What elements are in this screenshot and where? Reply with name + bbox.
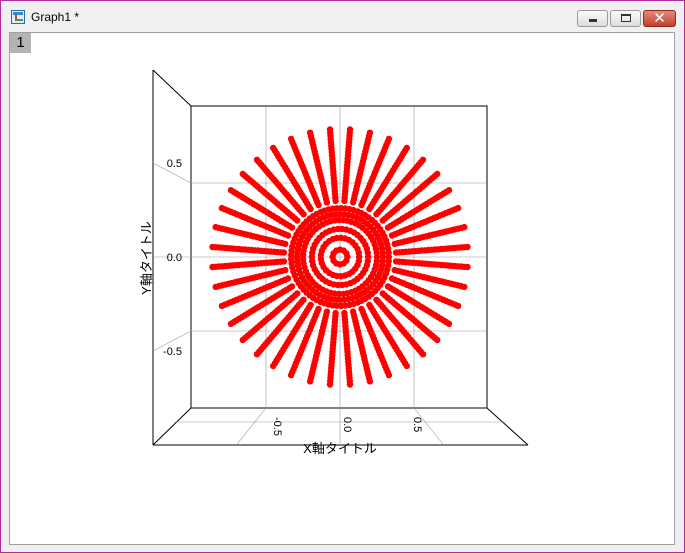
- close-button[interactable]: ✕: [643, 9, 676, 27]
- y-tick-label: -0.5: [163, 346, 182, 358]
- y-tick-label: 0.5: [167, 158, 182, 170]
- y-tick-label: 0.0: [167, 252, 182, 264]
- data-point: [403, 362, 410, 370]
- x-tick-label: 0.5: [411, 417, 423, 432]
- data-point: [287, 371, 295, 379]
- x-axis-ticks: -0.5 0.0 0.5: [271, 417, 423, 436]
- data-point: [355, 257, 362, 265]
- x-tick-label: -0.5: [271, 417, 283, 436]
- data-point: [253, 156, 261, 163]
- scatter-plot-3d[interactable]: 0.5 0.0 -0.5 -0.5 0.0 0.5 X軸タイトル Y軸タイトル: [10, 33, 676, 546]
- data-point: [227, 320, 235, 327]
- frame-edge-bottom-right: [486, 407, 529, 446]
- data-point: [403, 144, 410, 152]
- y-axis-title[interactable]: Y軸タイトル: [139, 221, 154, 295]
- data-point: [239, 336, 246, 344]
- data-point: [366, 129, 374, 136]
- data-point: [212, 223, 219, 231]
- close-icon: ✕: [653, 9, 666, 27]
- data-point: [454, 204, 462, 212]
- data-point: [270, 362, 277, 370]
- grid-line-floor: [236, 407, 267, 446]
- data-point: [209, 263, 216, 271]
- data-point: [227, 187, 235, 194]
- data-point: [209, 243, 216, 251]
- data-point: [326, 126, 334, 133]
- data-point: [454, 302, 462, 310]
- data-point: [373, 258, 380, 265]
- data-point: [385, 135, 393, 143]
- data-point: [270, 144, 277, 152]
- data-point: [461, 223, 468, 231]
- data-point: [287, 135, 295, 143]
- data-point: [461, 283, 468, 291]
- y-axis-ticks: 0.5 0.0 -0.5: [163, 158, 182, 358]
- data-point: [239, 170, 246, 178]
- data-point: [343, 257, 350, 264]
- graph-page[interactable]: 1 0.5 0.0 -0.5 -0.5 0.0 0.5 X軸タイトル Y軸タイトル: [9, 32, 675, 545]
- data-point: [464, 263, 471, 271]
- maximize-button[interactable]: [610, 10, 641, 27]
- minimize-icon: [589, 19, 597, 22]
- data-point: [346, 381, 354, 388]
- data-point: [366, 378, 374, 385]
- data-point: [306, 129, 314, 136]
- x-tick-label: 0.0: [341, 417, 353, 432]
- data-point: [364, 258, 371, 265]
- data-point: [434, 336, 441, 344]
- x-axis-title[interactable]: X軸タイトル: [303, 441, 377, 456]
- graph-window-icon[interactable]: [11, 10, 25, 24]
- frame-edge-top-left: [152, 69, 192, 107]
- data-point: [419, 156, 427, 163]
- data-point: [379, 258, 386, 265]
- minimize-button[interactable]: [577, 10, 608, 27]
- data-point: [218, 204, 226, 212]
- plot-frame: [152, 69, 529, 446]
- title-bar[interactable]: Graph1 * ✕: [1, 1, 684, 31]
- maximize-icon: [621, 14, 631, 22]
- data-point: [218, 302, 226, 310]
- data-point: [385, 258, 392, 265]
- data-point: [445, 320, 453, 327]
- data-point: [434, 170, 441, 178]
- frame-edge-bottom-left: [152, 407, 192, 446]
- data-point: [253, 351, 261, 358]
- data-point: [419, 351, 427, 358]
- data-point: [326, 381, 334, 388]
- data-point: [464, 243, 471, 251]
- data-point: [445, 187, 453, 194]
- window-title: Graph1 *: [31, 10, 80, 24]
- data-point: [346, 126, 354, 133]
- data-point: [212, 283, 219, 291]
- data-point: [385, 371, 393, 379]
- data-point: [306, 378, 314, 385]
- graph-window: Graph1 * ✕ 1 0.5 0.0 -0.5 -0.5 0.0 0.5 X軸タイト…: [0, 0, 685, 553]
